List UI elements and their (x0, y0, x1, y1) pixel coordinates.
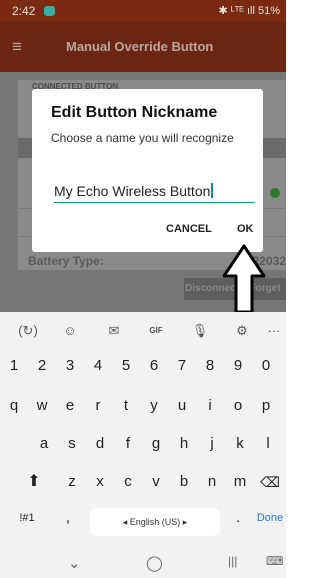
key-w[interactable]: w (28, 392, 56, 420)
key-u[interactable]: u (168, 392, 196, 420)
hamburger-icon[interactable]: ≡ (12, 37, 22, 57)
number-row: 1 2 3 4 5 6 7 8 9 0 (0, 352, 286, 384)
translate-icon[interactable]: (↻) (18, 322, 38, 340)
key-2[interactable]: 2 (28, 352, 56, 380)
app-bar: ≡ Manual Override Button (0, 22, 286, 72)
comma-key[interactable]: , (54, 504, 82, 532)
status-indicators: ✱ ᴸᵀᴱ ıll 51% (218, 5, 280, 17)
space-bar[interactable]: ◂ English (US) ▸ (90, 508, 220, 536)
key-p[interactable]: p (252, 392, 280, 420)
letter-row-a: a s d f g h j k l (0, 430, 286, 462)
letter-row-z: ⬆ z x c v b n m ⌫ (0, 468, 286, 500)
key-h[interactable]: h (170, 430, 198, 458)
done-key[interactable]: Done (254, 504, 286, 532)
sticker-icon[interactable]: ✉ (104, 322, 124, 340)
key-a[interactable]: a (30, 430, 58, 458)
period-key[interactable]: . (226, 504, 250, 532)
key-z[interactable]: z (58, 468, 86, 496)
gear-icon[interactable]: ⚙ (232, 322, 252, 340)
shift-key[interactable]: ⬆ (20, 468, 48, 496)
keyboard-toggle-icon[interactable]: ⌨ (266, 554, 283, 568)
cancel-button[interactable]: CANCEL (166, 223, 212, 235)
battery-label: Battery Type: (28, 254, 104, 268)
nickname-input[interactable]: My Echo Wireless Button (54, 179, 255, 203)
key-j[interactable]: j (198, 430, 226, 458)
key-4[interactable]: 4 (84, 352, 112, 380)
key-i[interactable]: i (196, 392, 224, 420)
key-s[interactable]: s (58, 430, 86, 458)
microphone-icon[interactable]: 🎙 (190, 322, 210, 340)
key-8[interactable]: 8 (196, 352, 224, 380)
key-n[interactable]: n (198, 468, 226, 496)
status-indicator-dot (270, 188, 280, 198)
key-6[interactable]: 6 (140, 352, 168, 380)
dialog-subtitle: Choose a name you will recognize (51, 131, 234, 145)
app-title: Manual Override Button (66, 39, 214, 54)
system-nav-bar: ⌄ ◯ ||| ⌨ (0, 548, 286, 578)
key-o[interactable]: o (224, 392, 252, 420)
letter-row-q: q w e r t y u i o p (0, 392, 286, 424)
keyboard-bottom-row: !#1 , ◂ English (US) ▸ . Done (0, 504, 286, 536)
keyboard-toolbar: (↻) ☺ ✉ GIF 🎙 ⚙ ··· (0, 312, 286, 350)
key-m[interactable]: m (226, 468, 254, 496)
soft-keyboard: (↻) ☺ ✉ GIF 🎙 ⚙ ··· 1 2 3 4 5 6 7 8 9 0 … (0, 312, 286, 548)
text-caret (211, 183, 213, 198)
key-c[interactable]: c (114, 468, 142, 496)
key-5[interactable]: 5 (112, 352, 140, 380)
key-b[interactable]: b (170, 468, 198, 496)
key-y[interactable]: y (140, 392, 168, 420)
ok-button[interactable]: OK (237, 223, 254, 235)
more-icon[interactable]: ··· (264, 322, 284, 340)
key-1[interactable]: 1 (0, 352, 28, 380)
back-icon[interactable]: ⌄ (68, 554, 81, 572)
key-0[interactable]: 0 (252, 352, 280, 380)
key-9[interactable]: 9 (224, 352, 252, 380)
key-7[interactable]: 7 (168, 352, 196, 380)
key-t[interactable]: t (112, 392, 140, 420)
key-q[interactable]: q (0, 392, 28, 420)
status-bar: 2:42 ✱ ᴸᵀᴱ ıll 51% (0, 0, 286, 22)
key-x[interactable]: x (86, 468, 114, 496)
backspace-icon[interactable]: ⌫ (256, 468, 284, 496)
app-notification-icon (44, 6, 55, 16)
key-r[interactable]: r (84, 392, 112, 420)
key-v[interactable]: v (142, 468, 170, 496)
symbols-key[interactable]: !#1 (10, 504, 44, 532)
annotation-arrow-icon (222, 244, 266, 314)
key-d[interactable]: d (86, 430, 114, 458)
gif-icon[interactable]: GIF (146, 322, 166, 340)
status-time: 2:42 (12, 4, 36, 18)
key-g[interactable]: g (142, 430, 170, 458)
key-l[interactable]: l (254, 430, 282, 458)
key-e[interactable]: e (56, 392, 84, 420)
dialog-title: Edit Button Nickname (51, 104, 218, 121)
key-3[interactable]: 3 (56, 352, 84, 380)
home-icon[interactable]: ◯ (146, 554, 163, 572)
key-k[interactable]: k (226, 430, 254, 458)
nickname-input-value: My Echo Wireless Button (54, 183, 211, 199)
recents-icon[interactable]: ||| (228, 554, 237, 568)
edit-nickname-dialog: Edit Button Nickname Choose a name you w… (32, 89, 263, 252)
emoji-icon[interactable]: ☺ (60, 322, 80, 340)
key-f[interactable]: f (114, 430, 142, 458)
